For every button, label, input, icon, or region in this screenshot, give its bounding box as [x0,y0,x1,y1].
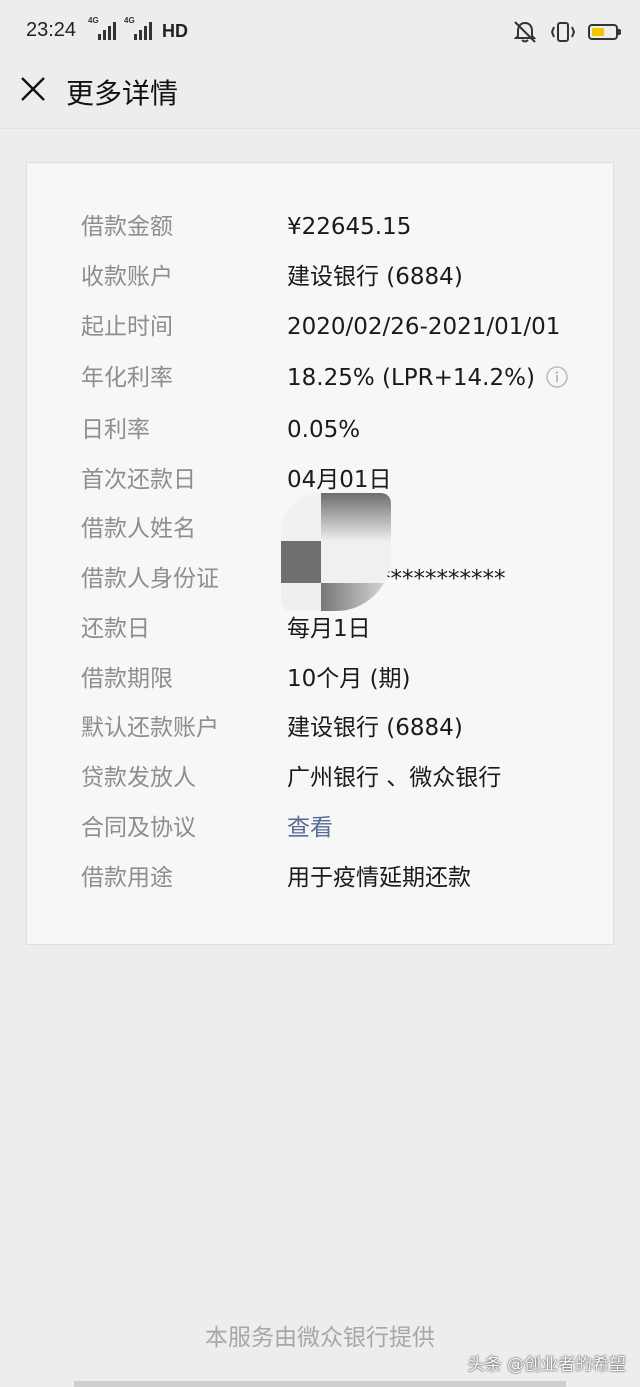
details-card: 借款金额 ¥22645.15 收款账户 建设银行 (6884) 起止时间 202… [26,162,614,945]
detail-row-loan-amount: 借款金额 ¥22645.15 [27,207,613,247]
status-right [512,20,621,44]
detail-row-lender: 贷款发放人 广州银行 、微众银行 [27,758,613,798]
detail-label: 借款金额 [81,214,173,240]
detail-label: 借款期限 [81,666,173,692]
detail-label: 首次还款日 [81,467,196,493]
detail-row-contract: 合同及协议 查看 [27,808,613,848]
provider-note: 本服务由微众银行提供 [205,1325,435,1351]
detail-value: 建设银行 (6884) [287,264,463,290]
bottom-strip [74,1381,566,1387]
detail-label: 借款人身份证 [81,566,219,592]
detail-label: 收款账户 [81,264,173,290]
network-type-label-2: 4G [124,16,135,25]
detail-row-daily-rate: 日利率 0.05% [27,410,613,450]
battery-icon [588,24,621,40]
watermark: 头条 @创业者的希望 [467,1355,626,1375]
view-contract-link[interactable]: 查看 [287,808,333,848]
mute-bell-icon [513,21,537,43]
close-icon[interactable] [18,74,48,104]
detail-label: 日利率 [81,417,150,443]
network-indicators: 4G 4G HD [88,16,188,42]
detail-row-purpose: 借款用途 用于疫情延期还款 [27,858,613,898]
detail-value: 每月1日 [287,616,371,642]
detail-label: 年化利率 [81,365,173,391]
detail-row-period: 起止时间 2020/02/26-2021/01/01 [27,307,613,347]
detail-value: 18.25% (LPR+14.2%) [287,365,535,391]
detail-value: 2020/02/26-2021/01/01 [287,314,561,340]
detail-label: 默认还款账户 [81,715,219,741]
detail-label: 起止时间 [81,314,173,340]
battery-level [592,28,604,36]
detail-label: 还款日 [81,616,150,642]
status-bar: 23:24 4G 4G HD [0,0,640,64]
status-time: 23:24 [26,19,77,41]
detail-value: 用于疫情延期还款 [287,865,471,891]
header: 更多详情 [0,64,640,129]
network-type-label: 4G [88,16,99,25]
page: 23:24 4G 4G HD 更多详情 借款金额 ¥22645.15 收款账户 … [0,0,640,1387]
detail-row-default-account: 默认还款账户 建设银行 (6884) [27,708,613,748]
page-title: 更多详情 [66,77,179,110]
detail-value: 10个月 (期) [287,666,411,692]
detail-row-annual-rate: 年化利率 18.25% (LPR+14.2%) [27,358,613,398]
info-icon[interactable] [545,365,569,389]
detail-value: 建设银行 (6884) [287,715,463,741]
detail-value: 广州银行 、微众银行 [287,765,502,791]
hd-indicator: HD [162,21,188,41]
detail-row-repayment-day: 还款日 每月1日 [27,609,613,649]
signal-icon: 4G [88,16,116,42]
detail-value: ¥22645.15 [287,214,412,240]
detail-label: 贷款发放人 [81,765,196,791]
signal-icon-2: 4G [124,16,152,42]
detail-value-wrap: 18.25% (LPR+14.2%) [287,358,569,398]
detail-value: *********** [379,566,506,592]
detail-row-receiving-account: 收款账户 建设银行 (6884) [27,257,613,297]
detail-label: 借款用途 [81,865,173,891]
privacy-mosaic [281,493,391,611]
detail-label: 借款人姓名 [81,516,196,542]
detail-value: 0.05% [287,417,361,443]
vibrate-icon [550,22,576,42]
detail-label: 合同及协议 [81,815,196,841]
detail-row-term: 借款期限 10个月 (期) [27,659,613,699]
